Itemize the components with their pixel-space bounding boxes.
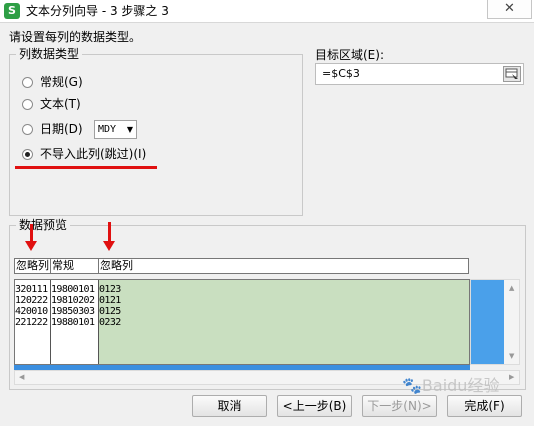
title-bar: S 文本分列向导 - 3 步骤之 3 ✕ <box>0 0 534 23</box>
preview-cell: 221222 <box>15 317 48 328</box>
preview-cell: 120222 <box>15 295 48 306</box>
preview-column[interactable]: 320111 120222 420010 221222 <box>15 280 51 364</box>
instruction-text: 请设置每列的数据类型。 <box>9 30 142 44</box>
target-area-label: 目标区域(E): <box>315 48 384 62</box>
cancel-button[interactable]: 取消 <box>192 395 267 417</box>
preview-header-cell[interactable]: 忽略列 <box>100 259 133 273</box>
radio-date[interactable] <box>22 124 33 135</box>
scroll-left-icon[interactable]: ◀ <box>19 373 24 381</box>
preview-grid[interactable]: 320111 120222 420010 221222 19800101 198… <box>14 279 470 365</box>
vertical-scrollbar[interactable]: ▲ ▼ <box>470 279 520 365</box>
finish-button[interactable]: 完成(F) <box>447 395 522 417</box>
date-format-value: MDY <box>98 124 117 135</box>
radio-date-label[interactable]: 日期(D) <box>40 122 83 136</box>
column-divider <box>98 259 99 273</box>
paw-icon: 🐾 <box>402 376 422 395</box>
data-preview-legend: 数据预览 <box>16 218 71 232</box>
radio-skip-column[interactable] <box>22 149 33 160</box>
annotation-underline <box>15 166 157 169</box>
preview-cell: 19800101 <box>51 284 95 295</box>
target-area-value: =$C$3 <box>322 67 360 80</box>
column-type-legend: 列数据类型 <box>16 47 83 61</box>
preview-cell: 0232 <box>99 317 121 328</box>
preview-cell: 0125 <box>99 306 121 317</box>
preview-cell: 19810202 <box>51 295 95 306</box>
preview-cell: 0121 <box>99 295 121 306</box>
preview-header-row: 忽略列 常规 忽略列 <box>14 258 469 274</box>
preview-header-cell[interactable]: 忽略列 <box>16 259 49 273</box>
annotation-arrow <box>108 222 111 242</box>
window-title: 文本分列向导 - 3 步骤之 3 <box>26 4 169 18</box>
radio-general[interactable] <box>22 77 33 88</box>
radio-general-label[interactable]: 常规(G) <box>40 75 83 89</box>
scroll-up-icon[interactable]: ▲ <box>509 284 514 292</box>
preview-column[interactable]: 19800101 19810202 19850303 19880101 <box>51 280 99 364</box>
arrow-down-icon <box>25 241 37 251</box>
preview-cell: 420010 <box>15 306 48 317</box>
preview-cell: 19880101 <box>51 317 95 328</box>
close-button[interactable]: ✕ <box>487 0 532 19</box>
preview-cell: 19850303 <box>51 306 95 317</box>
annotation-arrow <box>30 224 33 242</box>
watermark-text: Baidu经验 <box>421 376 500 395</box>
watermark-logo: 🐾Baidu经验 <box>402 376 499 396</box>
radio-skip-column-label[interactable]: 不导入此列(跳过)(I) <box>40 147 146 161</box>
chevron-down-icon: ▼ <box>126 125 133 134</box>
preview-cell: 0123 <box>99 284 121 295</box>
range-select-icon[interactable] <box>503 66 521 82</box>
preview-column-selected[interactable]: 0123 0121 0125 0232 <box>99 280 469 364</box>
radio-text[interactable] <box>22 99 33 110</box>
target-area-input[interactable]: =$C$3 <box>315 63 524 85</box>
next-button[interactable]: 下一步(N)> <box>362 395 437 417</box>
back-button[interactable]: <上一步(B) <box>277 395 352 417</box>
scroll-right-icon[interactable]: ▶ <box>509 373 514 381</box>
scroll-down-icon[interactable]: ▼ <box>509 352 514 360</box>
radio-text-label[interactable]: 文本(T) <box>40 97 81 111</box>
preview-header-cell[interactable]: 常规 <box>52 259 74 273</box>
column-divider <box>50 259 51 273</box>
scrollbar-highlight <box>471 280 504 364</box>
arrow-down-icon <box>103 241 115 251</box>
preview-cell: 320111 <box>15 284 48 295</box>
date-format-select[interactable]: MDY ▼ <box>94 120 137 139</box>
app-logo-icon: S <box>4 3 20 19</box>
